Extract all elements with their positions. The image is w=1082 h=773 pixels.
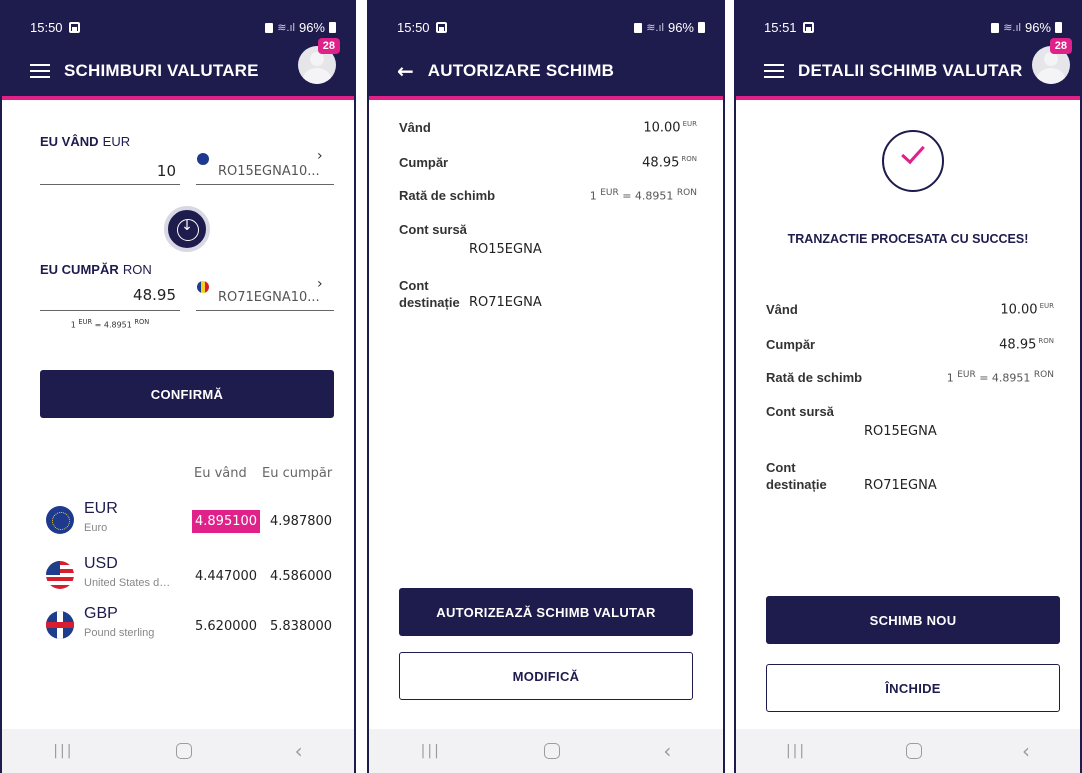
source-account-value: RO15EGNA [864, 424, 937, 439]
app-header: 15:51 ≋.ıl 96% DETALII SCHIMB VALUTAR 28 [736, 0, 1080, 100]
status-bar: 15:50 ≋.ıl 96% [397, 20, 705, 35]
image-notification-icon [435, 22, 447, 33]
clock: 15:50 [30, 20, 63, 35]
exchange-rate-hint: 1 EUR = 4.8951 RON [70, 318, 150, 330]
chevron-right-icon[interactable]: › [317, 276, 323, 292]
authorize-button[interactable]: AUTORIZEAZĂ SCHIMB VALUTAR [399, 588, 693, 636]
sim-icon [991, 22, 1000, 33]
nav-back-icon[interactable]: ‹ [295, 739, 303, 763]
swap-arrow-icon: ↓ [181, 218, 193, 234]
ro-flag-icon [197, 281, 209, 293]
app-header: 15:50 ≋.ıl 96% ← AUTORIZARE SCHIMB [369, 0, 723, 100]
confirm-button[interactable]: CONFIRMĂ [40, 370, 334, 418]
sell-label: EU VÂND EUR [40, 134, 131, 149]
currency-code: EUR [84, 500, 118, 517]
destination-account-value: RO71EGNA [469, 295, 542, 310]
column-header-buy: Eu cumpăr [262, 466, 333, 481]
back-arrow-icon[interactable]: ← [397, 61, 414, 81]
sell-rate: 4.895100 [192, 510, 261, 533]
system-nav-bar: ||| ‹ [736, 729, 1080, 773]
nav-back-icon[interactable]: ‹ [663, 739, 671, 763]
recent-apps-icon[interactable]: ||| [421, 743, 441, 759]
buy-account-select[interactable]: RO71EGNA10... [218, 290, 320, 305]
menu-icon[interactable] [30, 64, 50, 78]
chevron-right-icon[interactable]: › [317, 148, 323, 164]
battery-icon [1055, 22, 1062, 33]
new-exchange-button[interactable]: SCHIMB NOU [766, 596, 1060, 644]
sell-rate: 4.447000 [195, 569, 258, 584]
swap-button[interactable]: ↓ [164, 206, 210, 252]
currency-row-gbp[interactable]: GBP Pound sterling 5.620000 5.838000 [40, 603, 340, 649]
modify-button[interactable]: MODIFICĂ [399, 652, 693, 700]
sell-account-underline [196, 184, 334, 185]
home-icon[interactable] [176, 743, 193, 759]
status-bar: 15:51 ≋.ıl 96% [764, 20, 1062, 35]
screen-authorize: 15:50 ≋.ıl 96% ← AUTORIZARE SCHIMB Vând 1… [367, 0, 725, 773]
signal-icon: ≋.ıl [277, 22, 295, 34]
image-notification-icon [802, 22, 814, 33]
eu-flag-icon [197, 153, 209, 165]
currency-row-usd[interactable]: USD United States do... 4.447000 4.58600… [40, 553, 340, 599]
title-bar: SCHIMBURI VALUTARE 28 [30, 38, 340, 86]
close-button[interactable]: ÎNCHIDE [766, 664, 1060, 712]
screen-details: 15:51 ≋.ıl 96% DETALII SCHIMB VALUTAR 28 … [734, 0, 1082, 773]
sim-icon [634, 22, 643, 33]
destination-account-value: RO71EGNA [864, 478, 937, 493]
buy-account-underline [196, 310, 334, 311]
currency-code: USD [84, 555, 118, 572]
clock: 15:50 [397, 20, 430, 35]
recent-apps-icon[interactable]: ||| [53, 743, 73, 759]
sell-rate: 5.620000 [195, 619, 258, 634]
page-title: SCHIMBURI VALUTARE [64, 61, 259, 80]
currency-code: GBP [84, 605, 118, 622]
battery-level: 96% [298, 20, 325, 35]
gb-flag-icon [46, 611, 74, 639]
notification-badge[interactable]: 28 [317, 38, 340, 54]
signal-icon: ≋.ıl [1003, 22, 1021, 34]
nav-back-icon[interactable]: ‹ [1022, 739, 1030, 763]
app-header: 15:50 ≋.ıl 96% SCHIMBURI VALUTARE 28 [2, 0, 354, 100]
battery-level: 96% [1024, 20, 1051, 35]
currency-name: Pound sterling [84, 627, 155, 639]
buy-amount-input[interactable]: 48.95 [40, 286, 180, 304]
sell-amount-underline [40, 184, 180, 185]
signal-icon: ≋.ıl [646, 22, 664, 34]
sim-icon [265, 22, 274, 33]
currency-name: United States do... [84, 577, 174, 589]
image-notification-icon [68, 22, 80, 33]
battery-icon [698, 22, 705, 33]
currency-name: Euro [84, 522, 108, 534]
buy-rate: 4.586000 [270, 569, 333, 584]
success-check-icon [882, 130, 944, 192]
sell-amount-input[interactable]: 10 [40, 162, 180, 180]
buy-label: EU CUMPĂR RON [40, 262, 152, 277]
page-title: DETALII SCHIMB VALUTAR [798, 61, 1023, 80]
recent-apps-icon[interactable]: ||| [786, 743, 806, 759]
status-bar: 15:50 ≋.ıl 96% [30, 20, 336, 35]
title-bar: DETALII SCHIMB VALUTAR 28 [764, 38, 1072, 86]
system-nav-bar: ||| ‹ [369, 729, 723, 773]
home-icon[interactable] [544, 743, 561, 759]
system-nav-bar: ||| ‹ [2, 729, 354, 773]
source-account-value: RO15EGNA [469, 242, 542, 257]
currency-row-eur[interactable]: EUR Euro 4.895100 4.987800 [40, 498, 340, 544]
success-message: TRANZACTIE PROCESATA CU SUCCES! [787, 232, 1029, 246]
column-header-sell: Eu vând [194, 466, 247, 481]
buy-amount-underline [40, 310, 180, 311]
title-bar: ← AUTORIZARE SCHIMB [397, 56, 705, 86]
screens: 15:50 ≋.ıl 96% SCHIMBURI VALUTARE 28 EU V… [0, 0, 1082, 773]
screen-exchange: 15:50 ≋.ıl 96% SCHIMBURI VALUTARE 28 EU V… [0, 0, 356, 773]
buy-rate: 4.987800 [270, 514, 333, 529]
sell-account-select[interactable]: RO15EGNA10... [218, 164, 320, 179]
menu-icon[interactable] [764, 64, 784, 78]
battery-icon [329, 22, 336, 33]
us-flag-icon [46, 561, 74, 589]
battery-level: 96% [667, 20, 694, 35]
notification-badge[interactable]: 28 [1049, 38, 1072, 54]
buy-rate: 5.838000 [270, 619, 333, 634]
page-title: AUTORIZARE SCHIMB [427, 61, 615, 80]
clock: 15:51 [764, 20, 797, 35]
eu-flag-icon [46, 506, 74, 534]
home-icon[interactable] [906, 743, 923, 759]
